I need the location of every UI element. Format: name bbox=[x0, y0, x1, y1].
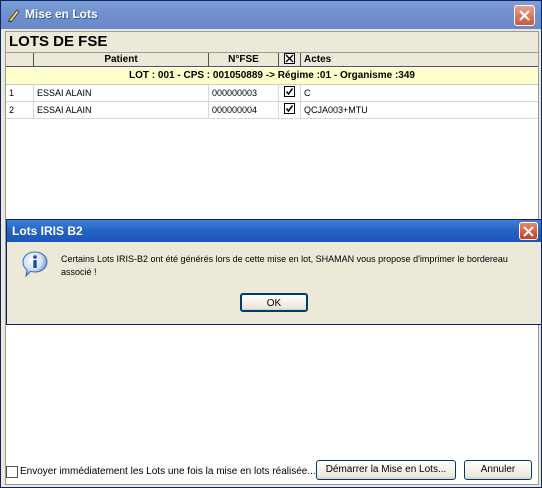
select-all-checkbox[interactable] bbox=[284, 53, 295, 64]
check-icon bbox=[285, 54, 294, 63]
close-icon bbox=[519, 10, 530, 21]
column-header-fse[interactable]: N°FSE bbox=[209, 53, 279, 67]
send-immediately-label: Envoyer immédiatement les Lots une fois … bbox=[20, 466, 316, 477]
row-checkbox[interactable] bbox=[284, 86, 295, 97]
checkmark-icon bbox=[285, 88, 294, 96]
column-header-actes[interactable]: Actes bbox=[301, 53, 538, 67]
patient-cell: ESSAI ALAIN bbox=[34, 102, 209, 118]
dialog-message: Certains Lots IRIS-B2 ont été générés lo… bbox=[61, 254, 508, 277]
close-icon bbox=[523, 226, 534, 237]
dialog-close-button[interactable] bbox=[519, 222, 538, 240]
column-header-patient[interactable]: Patient bbox=[34, 53, 209, 67]
section-header: LOTS DE FSE bbox=[6, 32, 538, 53]
row-number: 1 bbox=[6, 85, 34, 101]
title-bar[interactable]: Mise en Lots bbox=[1, 1, 541, 29]
pencil-icon bbox=[8, 9, 20, 23]
window-title: Mise en Lots bbox=[25, 7, 98, 21]
actes-cell: QCJA003+MTU bbox=[304, 105, 368, 115]
select-cell bbox=[279, 102, 301, 118]
checkmark-icon bbox=[285, 105, 294, 113]
row-checkbox[interactable] bbox=[284, 103, 295, 114]
table-row[interactable]: 1 ESSAI ALAIN 000000003 C bbox=[6, 85, 538, 102]
close-button[interactable] bbox=[514, 5, 535, 26]
section-title: LOTS DE FSE bbox=[9, 33, 108, 50]
fse-cell: 000000003 bbox=[209, 85, 279, 101]
fse-cell: 000000004 bbox=[209, 102, 279, 118]
cancel-button[interactable]: Annuler bbox=[464, 460, 532, 480]
dialog-title: Lots IRIS B2 bbox=[12, 224, 83, 238]
info-icon bbox=[22, 251, 48, 278]
ok-button[interactable]: OK bbox=[240, 293, 308, 312]
row-number: 2 bbox=[6, 102, 34, 118]
column-header-select-all[interactable] bbox=[279, 53, 301, 67]
lot-group-row[interactable]: LOT : 001 - CPS : 001050889 -> Régime :0… bbox=[6, 68, 538, 85]
send-immediately-checkbox[interactable] bbox=[6, 466, 18, 478]
start-button[interactable]: Démarrer la Mise en Lots... bbox=[316, 460, 456, 480]
table-row[interactable]: 2 ESSAI ALAIN 000000004 QCJA003+MTU bbox=[6, 102, 538, 119]
dialog-title-bar[interactable]: Lots IRIS B2 bbox=[7, 220, 541, 242]
column-header-num bbox=[6, 53, 34, 67]
select-cell bbox=[279, 85, 301, 101]
actes-cell: C bbox=[304, 88, 311, 98]
patient-cell: ESSAI ALAIN bbox=[34, 85, 209, 101]
iris-b2-dialog: Lots IRIS B2 Certains Lots IRIS-B2 ont é… bbox=[6, 219, 542, 325]
